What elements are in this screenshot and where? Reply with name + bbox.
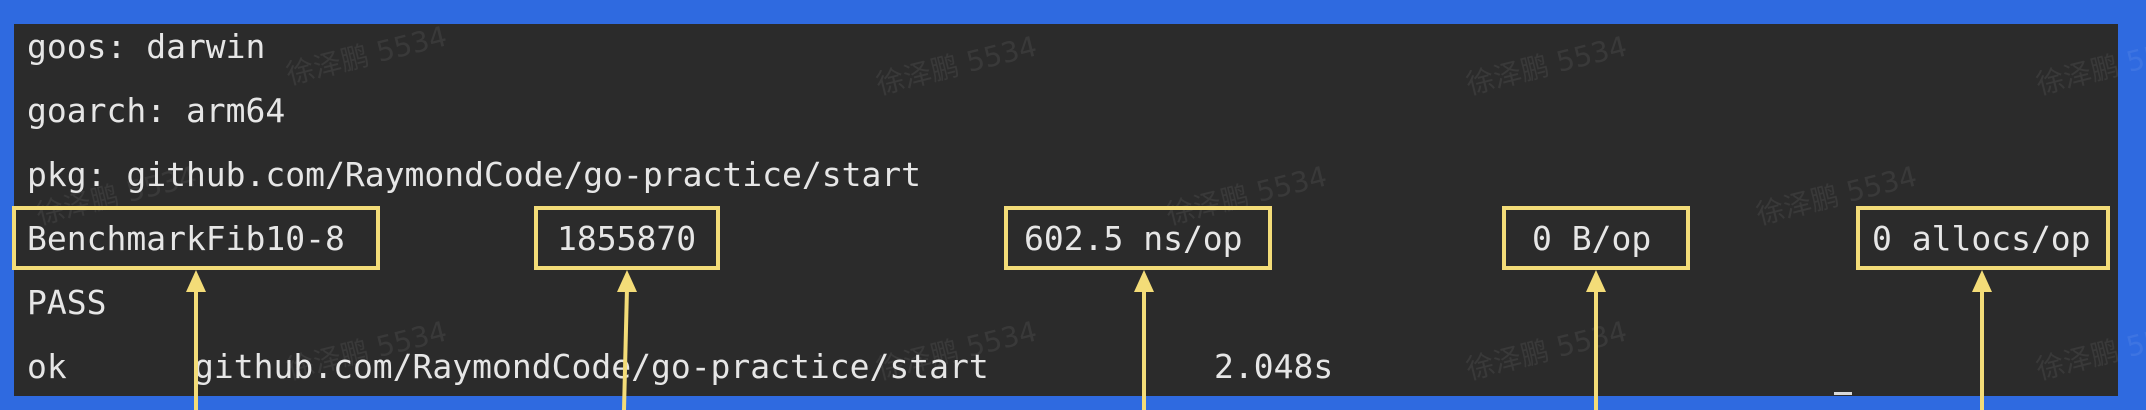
annotation-arrows — [186, 270, 1992, 410]
arrowhead-ns-per-op — [1134, 270, 1154, 292]
arrowhead-bytes-per-op — [1586, 270, 1606, 292]
arrowhead-iterations — [617, 270, 637, 292]
arrowhead-benchmark-name — [186, 270, 206, 292]
arrow-iterations — [622, 287, 629, 410]
arrowhead-allocs-per-op — [1972, 270, 1992, 292]
